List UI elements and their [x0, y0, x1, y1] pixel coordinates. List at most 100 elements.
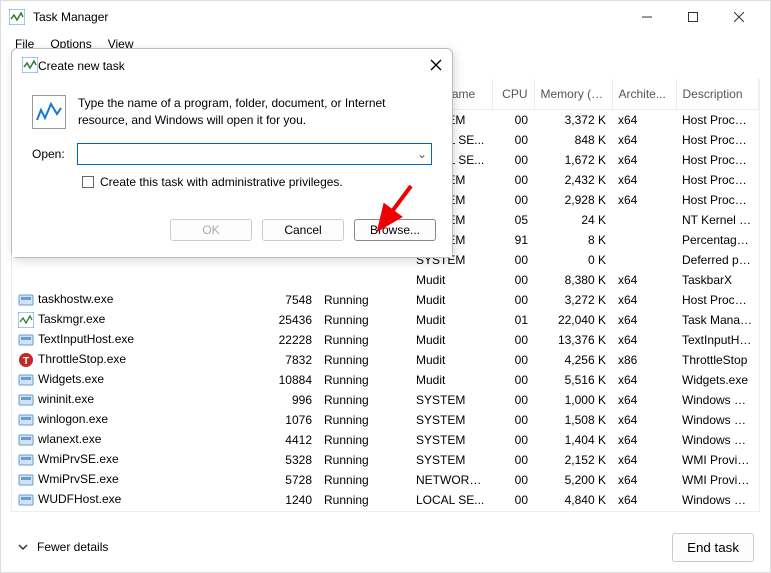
process-name: wininit.exe [38, 392, 94, 406]
cpu-cell: 91 [492, 230, 534, 250]
close-button[interactable] [716, 2, 762, 32]
minimize-button[interactable] [624, 2, 670, 32]
status-cell: Running [318, 450, 410, 470]
user-cell: LOCAL SE... [410, 490, 492, 510]
col-memory[interactable]: Memory (a... [534, 79, 612, 110]
cpu-cell: 00 [492, 350, 534, 370]
arch-cell: x64 [612, 370, 676, 390]
arch-cell: x64 [612, 310, 676, 330]
arch-cell: x64 [612, 390, 676, 410]
user-cell: Mudit [410, 350, 492, 370]
memory-cell: 33,756 K [534, 510, 612, 512]
status-cell: Running [318, 370, 410, 390]
desc-cell: TextInputHost [676, 330, 759, 350]
dialog-description: Type the name of a program, folder, docu… [78, 95, 432, 129]
arch-cell: x64 [612, 270, 676, 290]
process-name: WmiPrvSE.exe [38, 452, 119, 466]
cpu-cell: 00 [492, 490, 534, 510]
table-row[interactable]: winlogon.exe1076RunningSYSTEM001,508 Kx6… [12, 410, 759, 430]
pid-cell: 4412 [262, 430, 318, 450]
table-row[interactable]: taskhostw.exe7548RunningMudit003,272 Kx6… [12, 290, 759, 310]
pid-cell: 25436 [262, 310, 318, 330]
window-title: Task Manager [33, 10, 624, 24]
arch-cell [612, 250, 676, 270]
table-row[interactable]: Mudit008,380 Kx64TaskbarX [12, 270, 759, 290]
desc-cell: Host Process f [676, 290, 759, 310]
desc-cell: Deferred proce [676, 250, 759, 270]
table-row[interactable]: Taskmgr.exe25436RunningMudit0122,040 Kx6… [12, 310, 759, 330]
arch-cell: x64 [612, 290, 676, 310]
user-cell: Mudit [410, 310, 492, 330]
col-cpu[interactable]: CPU [492, 79, 534, 110]
cancel-button[interactable]: Cancel [262, 219, 344, 241]
status-cell: Running [318, 490, 410, 510]
arch-cell: x64 [612, 450, 676, 470]
pid-cell: 1240 [262, 490, 318, 510]
open-combobox[interactable]: ⌄ [77, 143, 432, 165]
cpu-cell: 05 [492, 210, 534, 230]
fewer-details-button[interactable]: Fewer details [17, 540, 108, 554]
status-cell: Running [318, 310, 410, 330]
table-row[interactable]: XtuService.exe4296RunningSYSTEM0033,756 … [12, 510, 759, 512]
end-task-button[interactable]: End task [672, 533, 754, 562]
process-name: TextInputHost.exe [38, 332, 134, 346]
table-row[interactable]: wlanext.exe4412RunningSYSTEM001,404 Kx64… [12, 430, 759, 450]
table-row[interactable]: WUDFHost.exe1240RunningLOCAL SE...004,84… [12, 490, 759, 510]
memory-cell: 1,508 K [534, 410, 612, 430]
browse-button[interactable]: Browse... [354, 219, 436, 241]
status-cell: Running [318, 410, 410, 430]
table-row[interactable]: wininit.exe996RunningSYSTEM001,000 Kx64W… [12, 390, 759, 410]
arch-cell: x64 [612, 110, 676, 131]
admin-label: Create this task with administrative pri… [100, 175, 343, 189]
process-icon: T [18, 352, 34, 368]
memory-cell: 5,516 K [534, 370, 612, 390]
table-row[interactable]: WmiPrvSE.exe5328RunningSYSTEM002,152 Kx6… [12, 450, 759, 470]
user-cell: Mudit [410, 290, 492, 310]
table-row[interactable]: Widgets.exe10884RunningMudit005,516 Kx64… [12, 370, 759, 390]
table-row[interactable]: TextInputHost.exe22228RunningMudit0013,3… [12, 330, 759, 350]
admin-checkbox[interactable] [82, 176, 94, 188]
memory-cell: 1,672 K [534, 150, 612, 170]
cpu-cell: 00 [492, 430, 534, 450]
ok-button[interactable]: OK [170, 219, 252, 241]
title-bar: Task Manager [1, 1, 770, 33]
pid-cell: 996 [262, 390, 318, 410]
arch-cell: x64 [612, 190, 676, 210]
memory-cell: 8,380 K [534, 270, 612, 290]
desc-cell: Windows Start [676, 390, 759, 410]
chevron-down-icon [17, 541, 29, 553]
table-row[interactable]: WmiPrvSE.exe5728RunningNETWORK...005,200… [12, 470, 759, 490]
memory-cell: 4,840 K [534, 490, 612, 510]
cpu-cell: 00 [492, 110, 534, 131]
desc-cell: Task Manager [676, 310, 759, 330]
dialog-close-button[interactable] [430, 59, 442, 74]
user-cell: SYSTEM [410, 510, 492, 512]
memory-cell: 5,200 K [534, 470, 612, 490]
col-desc[interactable]: Description [676, 79, 759, 110]
desc-cell: WMI Provider [676, 470, 759, 490]
open-label: Open: [32, 147, 65, 161]
pid-cell: 1076 [262, 410, 318, 430]
arch-cell: x64 [612, 330, 676, 350]
desc-cell: Host Process f [676, 170, 759, 190]
desc-cell: Host Process f [676, 150, 759, 170]
desc-cell: Host Process f [676, 110, 759, 131]
pid-cell: 7832 [262, 350, 318, 370]
maximize-button[interactable] [670, 2, 716, 32]
table-row[interactable]: TThrottleStop.exe7832RunningMudit004,256… [12, 350, 759, 370]
memory-cell: 22,040 K [534, 310, 612, 330]
desc-cell: ThrottleStop [676, 350, 759, 370]
footer-bar: Fewer details End task [1, 522, 770, 572]
memory-cell: 3,372 K [534, 110, 612, 131]
memory-cell: 1,404 K [534, 430, 612, 450]
status-cell [318, 270, 410, 290]
col-arch[interactable]: Archite... [612, 79, 676, 110]
status-cell: Running [318, 470, 410, 490]
chevron-down-icon: ⌄ [417, 147, 427, 161]
process-icon [18, 472, 34, 488]
user-cell: SYSTEM [410, 450, 492, 470]
arch-cell: x86 [612, 350, 676, 370]
user-cell: Mudit [410, 330, 492, 350]
arch-cell: x64 [612, 410, 676, 430]
status-cell: Running [318, 350, 410, 370]
